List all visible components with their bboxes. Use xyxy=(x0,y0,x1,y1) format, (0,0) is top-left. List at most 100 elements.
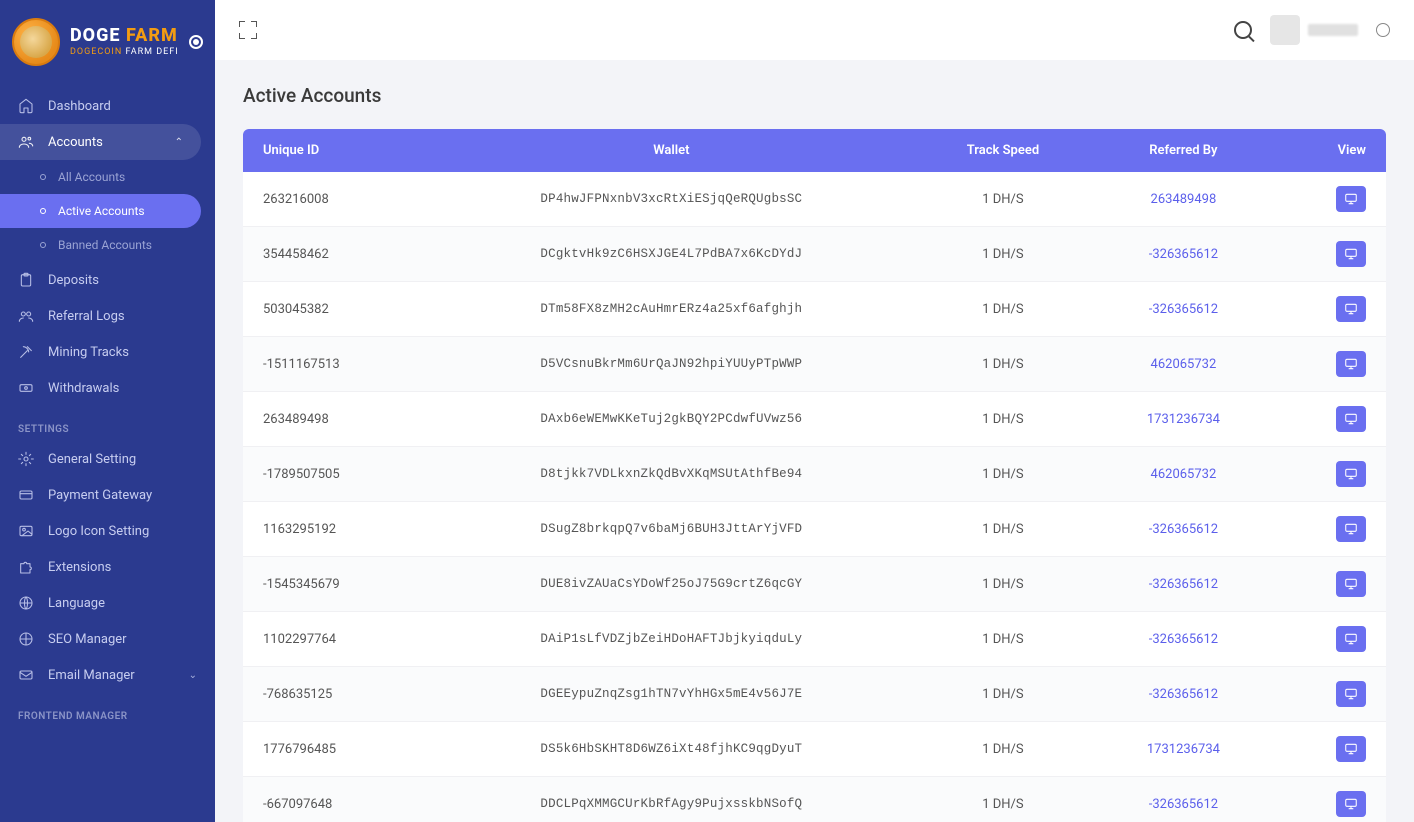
nav-label: Payment Gateway xyxy=(48,488,152,503)
cell-referred-by: 1731236734 xyxy=(1093,722,1274,777)
cell-wallet: DSugZ8brkqpQ7v6baMj6BUH3JttArYjVFD xyxy=(430,502,913,557)
cell-referred-by: 462065732 xyxy=(1093,337,1274,392)
nav-item-extensions[interactable]: Extensions xyxy=(0,549,215,585)
brand-tagline: DOGECOIN FARM DEFI xyxy=(70,48,179,58)
nav-item-all-accounts[interactable]: All Accounts xyxy=(0,160,215,194)
user-name-placeholder xyxy=(1308,24,1358,36)
nav-item-accounts[interactable]: Accounts ⌃ xyxy=(0,124,201,160)
cell-track-speed: 1 DH/S xyxy=(913,667,1093,722)
mail-icon xyxy=(18,667,34,683)
table-row: -1511167513D5VCsnuBkrMm6UrQaJN92hpiYUUyP… xyxy=(243,337,1386,392)
nav-label: Logo Icon Setting xyxy=(48,524,149,539)
chevron-down-icon: ⌄ xyxy=(189,670,197,681)
topbar xyxy=(215,0,1414,60)
table-row: 1776796485DS5k6HbSKHT8D6WZ6iXt48fjhKC9qg… xyxy=(243,722,1386,777)
cell-unique-id: 503045382 xyxy=(243,282,430,337)
main-area: Active Accounts Unique ID Wallet Track S… xyxy=(215,0,1414,822)
referral-link[interactable]: -326365612 xyxy=(1149,687,1218,702)
cell-view xyxy=(1274,722,1386,777)
nav-item-logo-icon-setting[interactable]: Logo Icon Setting xyxy=(0,513,215,549)
nav-item-email-manager[interactable]: Email Manager ⌄ xyxy=(0,657,215,693)
cell-view xyxy=(1274,172,1386,227)
view-button[interactable] xyxy=(1336,791,1366,817)
nav-item-banned-accounts[interactable]: Banned Accounts xyxy=(0,228,215,262)
gear-icon xyxy=(18,451,34,467)
referral-link[interactable]: -326365612 xyxy=(1149,247,1218,262)
cell-unique-id: 1102297764 xyxy=(243,612,430,667)
accounts-table: Unique ID Wallet Track Speed Referred By… xyxy=(243,129,1386,822)
cell-wallet: DS5k6HbSKHT8D6WZ6iXt48fjhKC9qgDyuT xyxy=(430,722,913,777)
view-button[interactable] xyxy=(1336,461,1366,487)
cell-track-speed: 1 DH/S xyxy=(913,777,1093,822)
nav-label: Email Manager xyxy=(48,668,135,683)
world-icon xyxy=(18,631,34,647)
cell-track-speed: 1 DH/S xyxy=(913,392,1093,447)
referral-link[interactable]: 462065732 xyxy=(1151,357,1217,372)
referral-link[interactable]: 462065732 xyxy=(1151,467,1217,482)
cell-wallet: DGEEypuZnqZsg1hTN7vYhHGx5mE4v56J7E xyxy=(430,667,913,722)
home-icon xyxy=(18,98,34,114)
cell-view xyxy=(1274,447,1386,502)
nav-item-deposits[interactable]: Deposits xyxy=(0,262,215,298)
cell-wallet: DUE8ivZAUaCsYDoWf25oJ75G9crtZ6qcGY xyxy=(430,557,913,612)
cell-track-speed: 1 DH/S xyxy=(913,612,1093,667)
cell-unique-id: -1511167513 xyxy=(243,337,430,392)
view-button[interactable] xyxy=(1336,516,1366,542)
cell-track-speed: 1 DH/S xyxy=(913,172,1093,227)
nav-label: Deposits xyxy=(48,273,99,288)
view-button[interactable] xyxy=(1336,406,1366,432)
referral-link[interactable]: -326365612 xyxy=(1149,577,1218,592)
referral-link[interactable]: -326365612 xyxy=(1149,632,1218,647)
referral-link[interactable]: -326365612 xyxy=(1149,522,1218,537)
view-button[interactable] xyxy=(1336,351,1366,377)
referral-link[interactable]: 263489498 xyxy=(1151,192,1217,207)
nav-item-language[interactable]: Language xyxy=(0,585,215,621)
nav-label: Accounts xyxy=(48,135,103,150)
status-icon[interactable] xyxy=(1376,23,1390,37)
sidebar-collapse-toggle[interactable] xyxy=(189,35,203,49)
user-menu[interactable] xyxy=(1270,15,1358,45)
cell-unique-id: -1789507505 xyxy=(243,447,430,502)
search-icon[interactable] xyxy=(1234,21,1252,39)
view-button[interactable] xyxy=(1336,626,1366,652)
referral-link[interactable]: 1731236734 xyxy=(1147,412,1220,427)
cell-wallet: DTm58FX8zMH2cAuHmrERz4a25xf6afghjh xyxy=(430,282,913,337)
nav-item-seo-manager[interactable]: SEO Manager xyxy=(0,621,215,657)
table-row: 263489498DAxb6eWEMwKKeTuj2gkBQY2PCdwfUVw… xyxy=(243,392,1386,447)
cell-track-speed: 1 DH/S xyxy=(913,282,1093,337)
nav-main: Dashboard Accounts ⌃ All AccountsActive Acc… xyxy=(0,84,215,748)
nav-item-dashboard[interactable]: Dashboard xyxy=(0,88,215,124)
view-button[interactable] xyxy=(1336,571,1366,597)
content: Active Accounts Unique ID Wallet Track S… xyxy=(215,60,1414,822)
nav-item-general-setting[interactable]: General Setting xyxy=(0,441,215,477)
referral-link[interactable]: 1731236734 xyxy=(1147,742,1220,757)
table-row: 1102297764DAiP1sLfVDZjbZeiHDoHAFTJbjkyiq… xyxy=(243,612,1386,667)
view-button[interactable] xyxy=(1336,681,1366,707)
nav-item-mining-tracks[interactable]: Mining Tracks xyxy=(0,334,215,370)
nav-label: Banned Accounts xyxy=(58,238,152,252)
cell-track-speed: 1 DH/S xyxy=(913,557,1093,612)
view-button[interactable] xyxy=(1336,241,1366,267)
cell-wallet: DDCLPqXMMGCUrKbRfAgy9PujxsskbNSofQ xyxy=(430,777,913,822)
nav-item-referral-logs[interactable]: Referral Logs xyxy=(0,298,215,334)
page-title: Active Accounts xyxy=(243,84,1386,107)
nav-item-payment-gateway[interactable]: Payment Gateway xyxy=(0,477,215,513)
cell-referred-by: -326365612 xyxy=(1093,667,1274,722)
view-button[interactable] xyxy=(1336,736,1366,762)
referral-link[interactable]: -326365612 xyxy=(1149,797,1218,812)
cell-wallet: DCgktvHk9zC6HSXJGE4L7PdBA7x6KcDYdJ xyxy=(430,227,913,282)
table-row: -667097648DDCLPqXMMGCUrKbRfAgy9PujxsskbN… xyxy=(243,777,1386,822)
brand-block: DOGE FARM DOGECOIN FARM DEFI xyxy=(0,0,215,84)
table-row: -1789507505D8tjkk7VDLkxnZkQdBvXKqMSUtAth… xyxy=(243,447,1386,502)
nav-label: Withdrawals xyxy=(48,381,119,396)
col-unique-id: Unique ID xyxy=(243,129,430,172)
referral-link[interactable]: -326365612 xyxy=(1149,302,1218,317)
view-button[interactable] xyxy=(1336,296,1366,322)
chevron-up-icon: ⌃ xyxy=(175,137,183,148)
table-row: 263216008DP4hwJFPNxnbV3xcRtXiESjqQeRQUgb… xyxy=(243,172,1386,227)
nav-item-active-accounts[interactable]: Active Accounts xyxy=(0,194,201,228)
nav-item-withdrawals[interactable]: Withdrawals xyxy=(0,370,215,406)
view-button[interactable] xyxy=(1336,186,1366,212)
fullscreen-toggle-icon[interactable] xyxy=(239,21,257,39)
cell-track-speed: 1 DH/S xyxy=(913,337,1093,392)
